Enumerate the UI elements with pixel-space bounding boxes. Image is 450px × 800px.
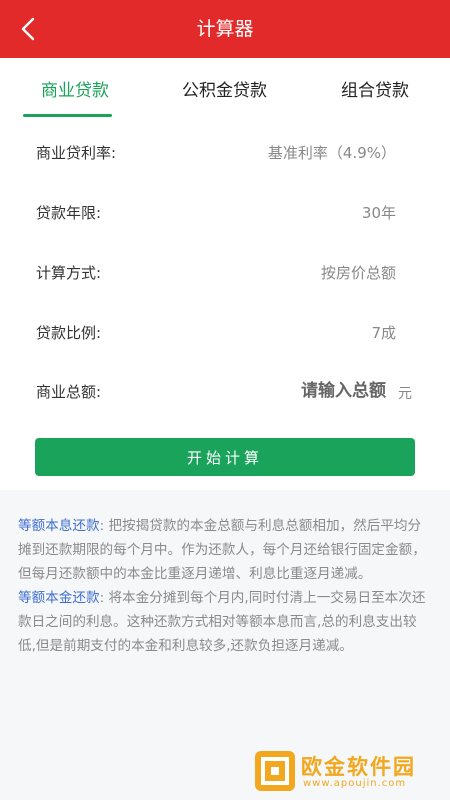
years-value[interactable]: 30年	[362, 202, 396, 223]
method-label: 计算方式:	[36, 264, 102, 282]
app-header: 计算器	[0, 0, 450, 58]
page-title: 计算器	[196, 18, 254, 40]
tab-provident-fund-loan[interactable]: 公积金贷款	[182, 76, 267, 101]
rate-value[interactable]: 基准利率（4.9%）	[268, 142, 396, 163]
watermark: 欧金软件园 www.apoujin.com	[255, 751, 445, 797]
watermark-logo-icon	[255, 751, 295, 791]
repayment-description: 等额本息还款: 把按揭贷款的本金总额与利息总额相加，然后平均分摊到还款期限的每个…	[18, 514, 428, 658]
calculate-button[interactable]: 开始计算	[35, 438, 415, 476]
equal-principal-term: 等额本金还款	[18, 590, 100, 606]
watermark-url: www.apoujin.com	[303, 778, 407, 789]
method-value[interactable]: 按房价总额	[321, 262, 396, 283]
tab-combined-loan[interactable]: 组合贷款	[341, 76, 409, 101]
loan-type-tabs: 商业贷款 公积金贷款 组合贷款	[0, 58, 450, 118]
tab-commercial-loan[interactable]: 商业贷款	[41, 76, 109, 101]
ratio-value[interactable]: 7成	[371, 322, 396, 343]
ratio-row[interactable]: 贷款比例: 7成	[0, 322, 450, 362]
rate-label: 商业贷利率:	[36, 144, 117, 162]
equal-installment-term: 等额本息还款	[18, 518, 100, 534]
years-row[interactable]: 贷款年限: 30年	[0, 202, 450, 242]
watermark-name: 欧金软件园	[301, 755, 416, 779]
amount-unit: 元	[398, 386, 412, 402]
years-label: 贷款年限:	[36, 204, 102, 222]
rate-row[interactable]: 商业贷利率: 基准利率（4.9%）	[0, 142, 450, 182]
ratio-label: 贷款比例:	[36, 324, 102, 342]
method-row[interactable]: 计算方式: 按房价总额	[0, 262, 450, 302]
amount-input[interactable]	[226, 377, 386, 405]
active-tab-indicator	[23, 114, 112, 117]
amount-label: 商业总额:	[36, 383, 102, 401]
